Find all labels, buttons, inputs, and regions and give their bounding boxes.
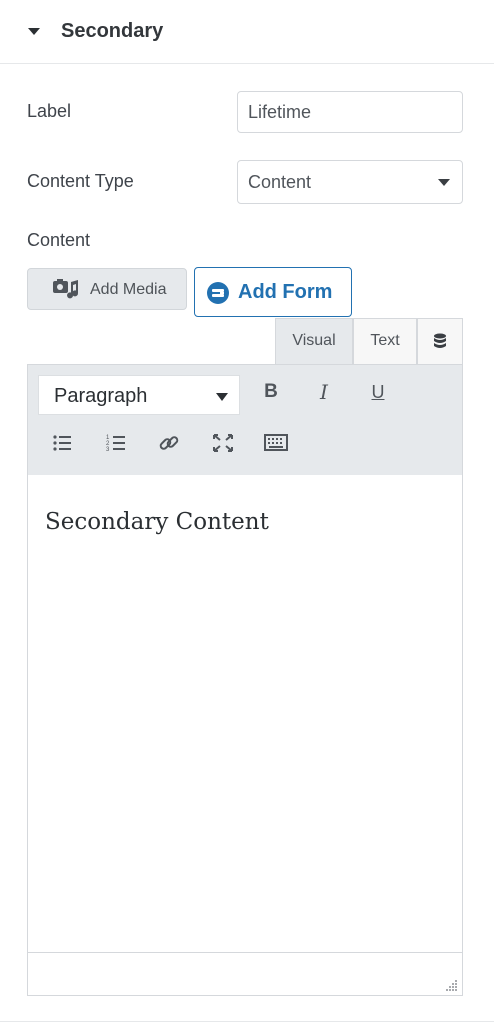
- chevron-down-icon: [216, 393, 228, 401]
- insert-link-button[interactable]: [155, 429, 183, 457]
- bold-button[interactable]: B: [257, 378, 285, 406]
- editor-toolbar: Paragraph B I U 1 2 3: [28, 365, 462, 476]
- content-type-value: Content: [248, 172, 312, 192]
- form-icon: [206, 281, 230, 310]
- content-label: Content: [27, 230, 91, 250]
- toolbar-toggle-button[interactable]: [262, 429, 290, 457]
- tab-text[interactable]: Text: [353, 318, 417, 364]
- label-field-label: Label: [27, 101, 72, 121]
- section-header-secondary[interactable]: Secondary: [0, 0, 494, 64]
- svg-text:3: 3: [106, 447, 110, 453]
- database-icon: [434, 333, 446, 348]
- format-value: Paragraph: [54, 385, 148, 407]
- add-form-button[interactable]: Add Form: [194, 267, 352, 317]
- chevron-down-icon: [438, 179, 450, 186]
- format-select[interactable]: Paragraph: [38, 375, 240, 415]
- label-input[interactable]: [237, 91, 463, 133]
- editor-body-text[interactable]: Secondary Content: [45, 509, 269, 535]
- section-title: Secondary: [61, 20, 164, 42]
- content-type-label: Content Type: [27, 171, 134, 191]
- add-form-label: Add Form: [238, 281, 333, 303]
- divider: [0, 1021, 494, 1022]
- underline-button[interactable]: U: [364, 378, 392, 406]
- add-media-button[interactable]: Add Media: [27, 268, 187, 310]
- tab-visual[interactable]: Visual: [275, 318, 353, 364]
- bullet-list-button[interactable]: [48, 429, 76, 457]
- add-media-label: Add Media: [90, 281, 167, 298]
- editor-statusbar: [28, 952, 462, 995]
- media-icon: [52, 278, 80, 307]
- tab-dynamic-data[interactable]: [417, 318, 463, 364]
- caret-down-icon[interactable]: [28, 28, 40, 35]
- link-icon: [159, 436, 179, 450]
- resize-handle-icon[interactable]: [446, 979, 458, 991]
- editor-content-area[interactable]: Secondary Content: [28, 475, 462, 953]
- fullscreen-button[interactable]: [209, 429, 237, 457]
- fullscreen-icon: [213, 434, 233, 452]
- keyboard-icon: [264, 434, 288, 451]
- numbered-list-button[interactable]: 1 2 3: [102, 429, 130, 457]
- bullet-list-icon: [53, 435, 71, 451]
- wysiwyg-editor: Paragraph B I U 1 2 3 Secondary Content: [27, 364, 463, 996]
- italic-button[interactable]: I: [310, 378, 338, 406]
- content-type-select[interactable]: Content: [237, 160, 463, 204]
- numbered-list-icon: 1 2 3: [106, 435, 125, 453]
